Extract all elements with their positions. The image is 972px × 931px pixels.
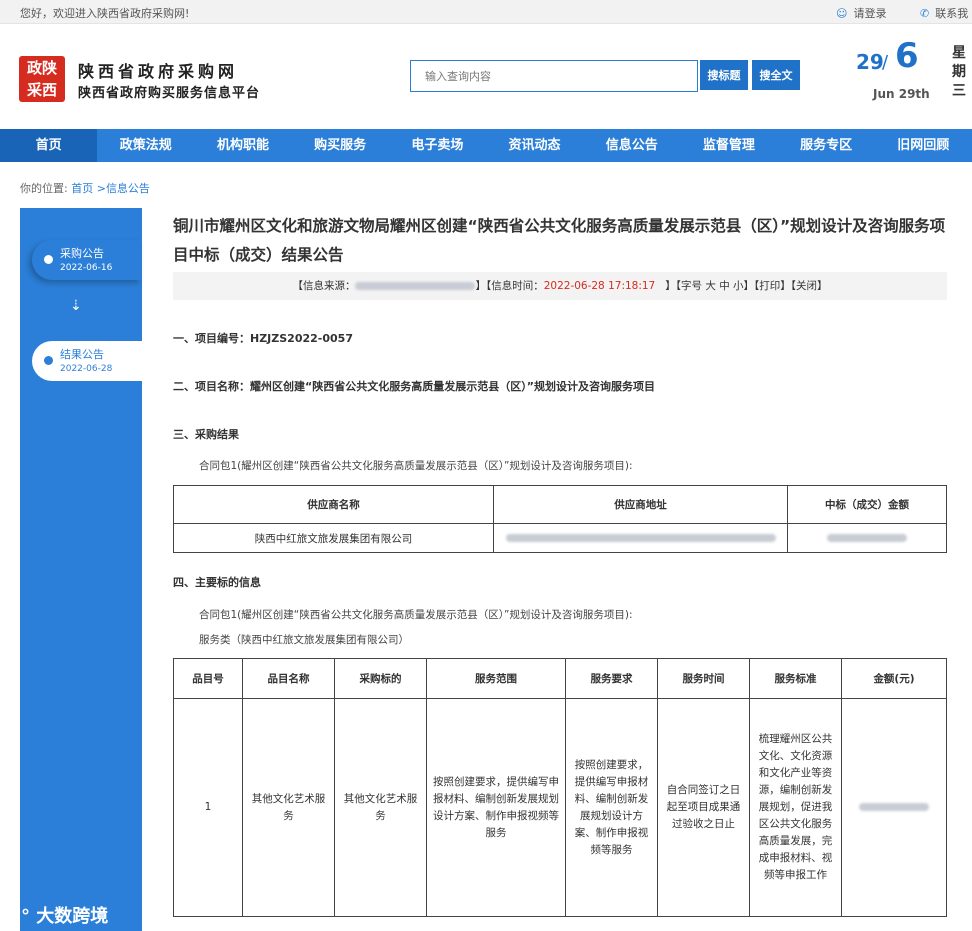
breadcrumb-prefix: 你的位置: xyxy=(20,182,68,195)
table-header: 采购标的 xyxy=(334,658,427,699)
nav-item-policy[interactable]: 政策法规 xyxy=(97,129,194,162)
procurement-target: 其他文化艺术服务 xyxy=(334,698,427,917)
award-amount xyxy=(787,523,947,553)
table-header: 服务标准 xyxy=(749,658,842,699)
table-header: 金额(元) xyxy=(841,658,947,699)
breadcrumb-current[interactable]: 信息公告 xyxy=(106,182,150,195)
nav-item-service-zone[interactable]: 服务专区 xyxy=(778,129,875,162)
weekday: 星期三 xyxy=(952,45,966,99)
service-time: 自合同签订之日起至项目成果通过验收之日止 xyxy=(657,698,750,917)
result-table: 供应商名称 供应商地址 中标（成交）金额 陕西中红旅文旅发展集团有限公司 xyxy=(173,485,947,553)
service-standard: 梳理耀州区公共文化、文化资源和文化产业等资源，编制创新发展规划，促进我区公共文化… xyxy=(749,698,842,917)
nav-item-purchase-service[interactable]: 购买服务 xyxy=(292,129,389,162)
step-date: 2022-06-16 xyxy=(60,263,113,273)
supplier-name: 陕西中红旅文旅发展集团有限公司 xyxy=(173,523,494,553)
timeline-dot xyxy=(44,255,53,264)
table-header-row: 品目号 品目名称 采购标的 服务范围 服务要求 服务时间 服务标准 金额(元) xyxy=(173,658,947,699)
section-project-name: 二、项目名称：耀州区创建“陕西省公共文化服务高质量发展示范县（区）”规划设计及咨… xyxy=(173,380,655,393)
nav-item-news[interactable]: 资讯动态 xyxy=(486,129,583,162)
table-row: 陕西中红旅文旅发展集团有限公司 xyxy=(173,523,947,553)
timeline-step-procurement-notice[interactable]: 采购公告 2022-06-16 xyxy=(32,240,142,280)
arrow-down-icon: ⇣ xyxy=(70,298,82,314)
step-title: 采购公告 xyxy=(60,247,104,260)
info-tools[interactable]: 】【字号 大 中 小】【打印】【关闭】 xyxy=(665,280,827,292)
date-english: Jun 29th xyxy=(873,87,930,101)
site-logo[interactable]: 政陕 采西 xyxy=(19,56,65,102)
amount xyxy=(841,698,947,917)
contact-label[interactable]: 联系我 xyxy=(935,7,968,20)
table-header: 品目号 xyxy=(173,658,243,699)
login-label[interactable]: 请登录 xyxy=(853,7,886,20)
breadcrumb-home[interactable]: 首页 xyxy=(71,182,93,195)
welcome-text: 您好，欢迎进入陕西省政府采购网! xyxy=(20,7,190,20)
targets-table: 品目号 品目名称 采购标的 服务范围 服务要求 服务时间 服务标准 金额(元) … xyxy=(173,658,947,917)
contract-package-text: 合同包1(耀州区创建“陕西省公共文化服务高质量发展示范县（区）”规划设计及咨询服… xyxy=(199,609,633,621)
search-title-button[interactable]: 搜标题 xyxy=(700,60,748,90)
contact-link[interactable]: ✆ 联系我 xyxy=(920,5,968,21)
breadcrumb-separator: > xyxy=(93,182,106,195)
info-time-value: 2022-06-28 17:18:17 xyxy=(543,280,656,292)
table-header: 服务范围 xyxy=(426,658,566,699)
nav-item-agency[interactable]: 机构职能 xyxy=(194,129,291,162)
phone-icon: ✆ xyxy=(920,7,930,20)
table-header: 供应商地址 xyxy=(493,485,788,524)
table-header: 服务要求 xyxy=(565,658,658,699)
date-day: 29 xyxy=(856,50,884,74)
contract-package-text: 合同包1(耀州区创建“陕西省公共文化服务高质量发展示范县（区）”规划设计及咨询服… xyxy=(199,460,633,472)
breadcrumb: 你的位置: 首页 >信息公告 xyxy=(20,180,150,196)
award-amount-redacted xyxy=(827,534,907,542)
login-link[interactable]: ☺ 请登录 xyxy=(836,5,886,21)
step-title: 结果公告 xyxy=(60,348,104,361)
amount-redacted xyxy=(859,803,929,811)
article-info-bar: 【信息来源： 】【信息时间：2022-06-28 17:18:17 】【字号 大 … xyxy=(173,272,947,300)
item-name: 其他文化艺术服务 xyxy=(242,698,335,917)
info-source-label: 【信息来源： xyxy=(292,280,356,292)
table-header: 品目名称 xyxy=(242,658,335,699)
table-row: 1 其他文化艺术服务 其他文化艺术服务 按照创建要求，提供编写申报材料、编制创新… xyxy=(173,698,947,917)
nav-item-supervision[interactable]: 监督管理 xyxy=(680,129,777,162)
timeline-step-result-notice[interactable]: 结果公告 2022-06-28 xyxy=(32,341,142,381)
step-date: 2022-06-28 xyxy=(60,364,113,374)
article-title: 铜川市耀州区文化和旅游文物局耀州区创建“陕西省公共文化服务高质量发展示范县（区）… xyxy=(173,217,946,264)
table-header-row: 供应商名称 供应商地址 中标（成交）金额 xyxy=(173,485,947,524)
section-main-targets: 四、主要标的信息 xyxy=(173,576,261,589)
nav-item-e-mall[interactable]: 电子卖场 xyxy=(389,129,486,162)
table-header: 中标（成交）金额 xyxy=(787,485,947,524)
date-month: 6 xyxy=(895,36,919,76)
nav-item-notices[interactable]: 信息公告 xyxy=(583,129,680,162)
supplier-address xyxy=(493,523,788,553)
section-project-number: 一、项目编号：HZJZS2022-0057 xyxy=(173,332,353,345)
watermark: ∞° 大数跨境 xyxy=(6,906,109,927)
date-slash: / xyxy=(882,52,889,73)
site-name: 陕西省政府采购网 xyxy=(78,62,239,81)
logo-text-top: 政陕 xyxy=(26,59,57,77)
info-time-label: 】【信息时间： xyxy=(475,280,544,292)
search-fulltext-button[interactable]: 搜全文 xyxy=(752,60,800,90)
section-procurement-result: 三、采购结果 xyxy=(173,428,239,441)
supplier-address-redacted xyxy=(505,534,776,542)
nav-item-home[interactable]: 首页 xyxy=(0,129,98,162)
timeline-dot xyxy=(44,356,53,365)
search-input[interactable] xyxy=(410,60,698,92)
timeline-sidebar: 采购公告 2022-06-16 ⇣ 结果公告 2022-06-28 xyxy=(20,208,142,931)
info-source-redacted xyxy=(355,282,476,290)
service-scope: 按照创建要求，提供编写申报材料、编制创新发展规划设计方案、制作申报视频等服务 xyxy=(426,698,566,917)
site-subtitle: 陕西省政府购买服务信息平台 xyxy=(78,86,261,101)
table-header: 服务时间 xyxy=(657,658,750,699)
top-bar: 您好，欢迎进入陕西省政府采购网! ☺ 请登录 ✆ 联系我 xyxy=(0,0,972,24)
service-category-text: 服务类（陕西中红旅文旅发展集团有限公司） xyxy=(199,634,409,646)
user-icon: ☺ xyxy=(836,7,848,20)
nav-item-old-site[interactable]: 旧网回顾 xyxy=(875,129,972,162)
watermark-text: 大数跨境 xyxy=(36,906,109,927)
main-nav: 首页 政策法规 机构职能 购买服务 电子卖场 资讯动态 信息公告 监督管理 服务… xyxy=(0,129,972,162)
table-header: 供应商名称 xyxy=(173,485,494,524)
service-requirement: 按照创建要求，提供编写申报材料、编制创新发展规划设计方案、制作申报视频等服务 xyxy=(565,698,658,917)
item-number: 1 xyxy=(173,698,243,917)
logo-text-bottom: 采西 xyxy=(26,81,57,99)
